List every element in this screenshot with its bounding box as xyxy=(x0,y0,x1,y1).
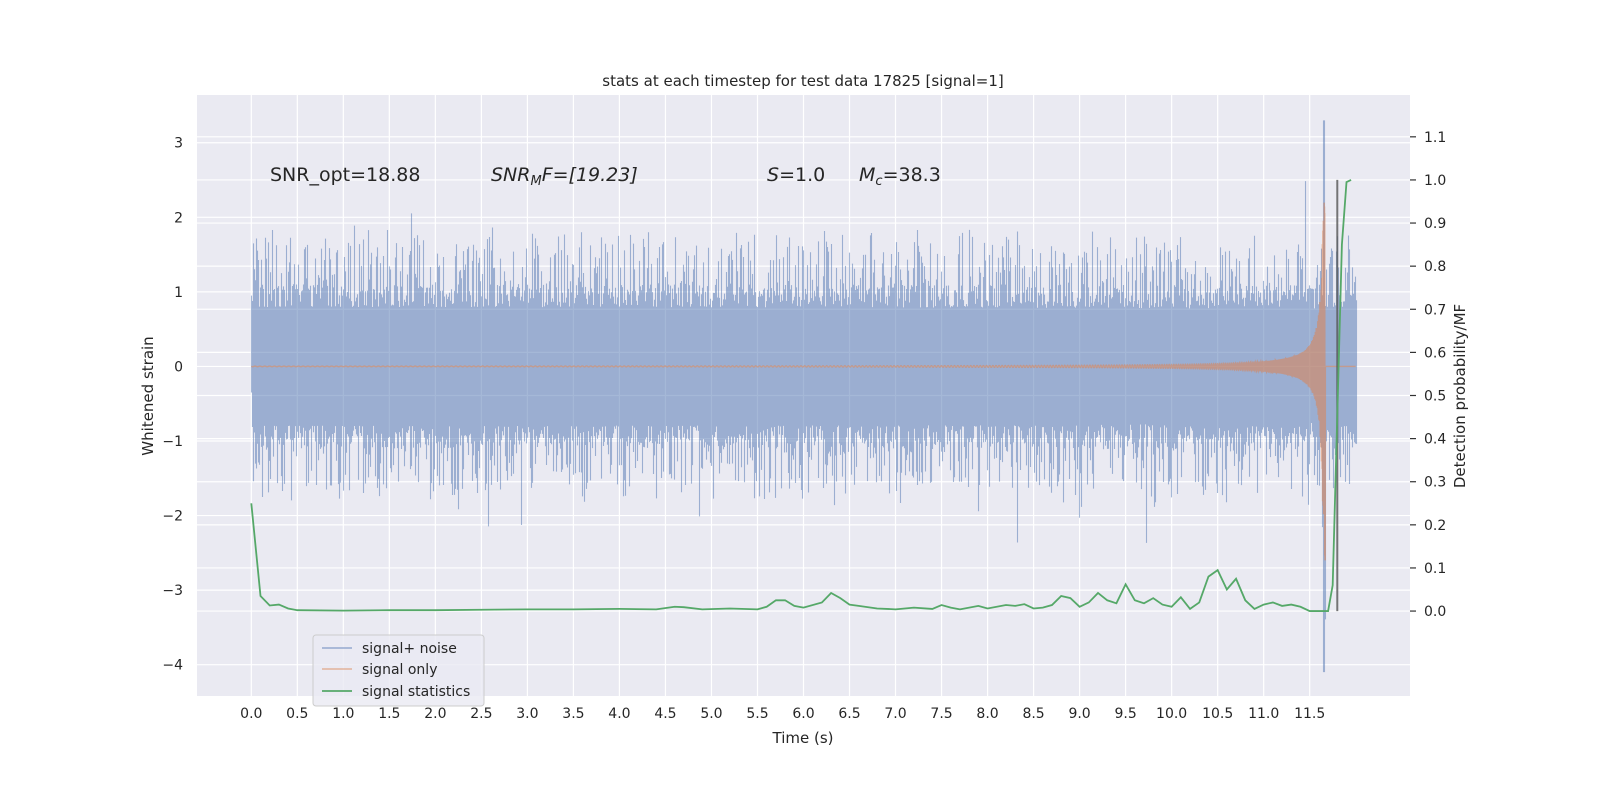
right-y-axis-ticks: 1.1 1.0 0.9 0.8 0.7 0.6 0.5 0.4 0.3 0.2 0.1 0.0 xyxy=(1410,130,1446,620)
right-y-tick-label: 0.9 xyxy=(1424,216,1446,232)
x-tick-label: 4.0 xyxy=(608,706,630,722)
x-tick-label: 5.5 xyxy=(746,706,768,722)
snr-mf-main: SNR xyxy=(491,164,530,186)
x-tick-label: 5.0 xyxy=(700,706,722,722)
x-tick-label: 11.0 xyxy=(1248,706,1279,722)
right-y-tick-label: 0.1 xyxy=(1424,561,1446,577)
right-y-axis-label: Detection probability/MF xyxy=(1451,304,1469,488)
x-tick-label: 3.5 xyxy=(562,706,584,722)
right-y-tick-label: 0.0 xyxy=(1424,604,1446,620)
x-tick-label: 2.0 xyxy=(424,706,446,722)
x-tick-label: 11.5 xyxy=(1294,706,1325,722)
left-y-tick-label: −2 xyxy=(162,509,183,525)
x-tick-label: 1.5 xyxy=(378,706,400,722)
mc-sub: c xyxy=(875,174,882,189)
right-y-tick-label: 1.1 xyxy=(1424,130,1446,146)
legend-label-signal-only: signal only xyxy=(362,662,437,678)
left-y-tick-label: 1 xyxy=(174,285,183,301)
s-rest: =1.0 xyxy=(779,164,825,186)
mc-main: M xyxy=(859,164,875,186)
right-y-tick-label: 0.6 xyxy=(1424,345,1446,361)
right-y-tick-label: 0.5 xyxy=(1424,389,1446,405)
x-tick-label: 0.0 xyxy=(240,706,262,722)
left-y-tick-label: 0 xyxy=(174,359,183,375)
x-tick-label: 6.0 xyxy=(792,706,814,722)
x-tick-label: 2.5 xyxy=(470,706,492,722)
x-axis-label: Time (s) xyxy=(772,729,834,747)
legend: signal+ noise signal only signal statist… xyxy=(312,634,485,707)
right-y-tick-label: 0.2 xyxy=(1424,518,1446,534)
annotation-snr-mf: SNRMF=[19.23] xyxy=(491,164,638,189)
left-y-tick-label: −4 xyxy=(162,658,183,674)
snr-mf-sub: M xyxy=(530,174,541,189)
x-tick-label: 8.0 xyxy=(976,706,998,722)
x-tick-label: 8.5 xyxy=(1022,706,1044,722)
left-y-axis-ticks: 3 2 1 0 −1 −2 −3 −4 xyxy=(162,136,183,674)
x-tick-label: 9.0 xyxy=(1068,706,1090,722)
x-tick-label: 3.0 xyxy=(516,706,538,722)
x-axis-ticks: 0.0 0.5 1.0 1.5 2.0 2.5 3.0 3.5 4.0 4.5 5.0 5.5 6.0 6… xyxy=(240,706,1325,722)
mc-rest: =38.3 xyxy=(883,164,941,186)
chart-title: stats at each timestep for test data 178… xyxy=(602,72,1003,90)
x-tick-label: 7.5 xyxy=(930,706,952,722)
left-y-tick-label: −3 xyxy=(162,583,183,599)
legend-label-signal-statistics: signal statistics xyxy=(362,684,470,700)
right-y-tick-label: 0.4 xyxy=(1424,432,1446,448)
left-y-axis-label: Whitened strain xyxy=(139,336,157,455)
left-y-tick-label: −1 xyxy=(162,434,183,450)
x-tick-label: 9.5 xyxy=(1114,706,1136,722)
right-y-tick-label: 0.3 xyxy=(1424,475,1446,491)
right-y-tick-label: 1.0 xyxy=(1424,173,1446,189)
x-tick-label: 1.0 xyxy=(332,706,354,722)
x-tick-label: 0.5 xyxy=(286,706,308,722)
x-tick-label: 7.0 xyxy=(884,706,906,722)
x-tick-label: 4.5 xyxy=(654,706,676,722)
right-y-tick-label: 0.8 xyxy=(1424,259,1446,275)
x-tick-label: 10.0 xyxy=(1156,706,1187,722)
annotation-mc: Mc=38.3 xyxy=(859,164,941,189)
legend-label-signal-plus-noise: signal+ noise xyxy=(362,641,457,657)
left-y-tick-label: 3 xyxy=(174,136,183,152)
x-tick-label: 6.5 xyxy=(838,706,860,722)
annotation-s: S=1.0 xyxy=(767,164,825,186)
left-y-tick-label: 2 xyxy=(174,210,183,226)
right-y-tick-label: 0.7 xyxy=(1424,302,1446,318)
chart: 0.0 0.5 1.0 1.5 2.0 2.5 3.0 3.5 4.0 4.5 5.0 5.5 6.0 6… xyxy=(139,72,1469,747)
snr-mf-rest: F=[19.23] xyxy=(542,164,638,186)
x-tick-label: 10.5 xyxy=(1202,706,1233,722)
s-main: S xyxy=(767,164,779,186)
annotation-snr-opt: SNR_opt=18.88 xyxy=(270,164,420,186)
